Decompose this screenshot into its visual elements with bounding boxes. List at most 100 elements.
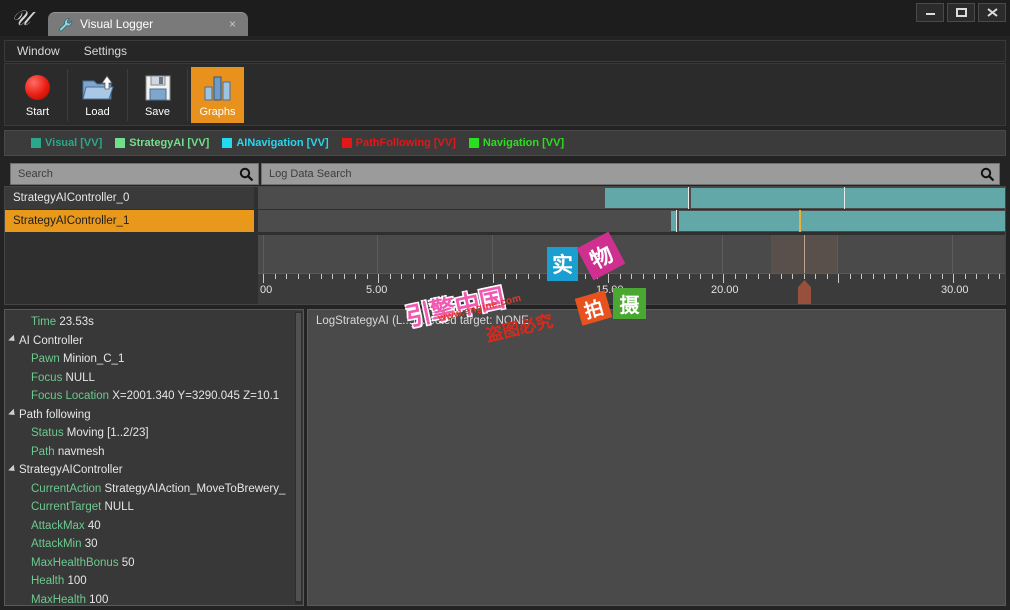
ruler-tick (286, 274, 287, 279)
ruler-tick (608, 274, 609, 283)
ruler-tick (551, 274, 552, 279)
ruler-tick (597, 274, 598, 279)
ruler-tick (930, 274, 931, 279)
filter-color-swatch[interactable] (31, 138, 41, 148)
ruler-tick (919, 274, 920, 279)
details-key: Time (31, 316, 57, 328)
details-value: X=2001.340 Y=3290.045 Z=10.1 (109, 390, 280, 402)
timeline-segment[interactable] (679, 211, 1005, 231)
ruler-time-label: 5.00 (366, 284, 388, 296)
filter-toggle-4[interactable]: Navigation [VV] (468, 137, 565, 149)
ruler-tick (539, 274, 540, 279)
visual-logger-window: 𝒰 Visual Logger × Window Settings Start … (0, 0, 1010, 610)
ruler-tick (620, 274, 621, 279)
search-row: Search Log Data Search (4, 163, 1006, 185)
log-body (308, 332, 1005, 605)
start-button[interactable]: Start (11, 67, 64, 123)
details-property-row: MaxHealthBonus 50 (9, 557, 299, 576)
details-value: 40 (84, 519, 101, 532)
timeline-track[interactable] (258, 210, 1005, 232)
ruler-tick (850, 274, 851, 279)
filter-label: AINavigation [VV] (236, 137, 329, 149)
timeline-track[interactable] (258, 187, 1005, 209)
details-tree: Time 23.53s AI Controller Pawn Minion_C_1 F… (8, 316, 299, 606)
graphs-button[interactable]: Graphs (191, 67, 244, 123)
details-panel[interactable]: Time 23.53s AI Controller Pawn Minion_C_1 F… (4, 309, 304, 606)
details-value: NULL (62, 371, 95, 384)
ruler-tick (459, 274, 460, 279)
ruler-tick (700, 274, 701, 279)
expander-arrow-icon[interactable] (8, 409, 18, 419)
details-group-row[interactable]: AI Controller (8, 335, 299, 354)
ruler-tick (516, 274, 517, 279)
search-input[interactable]: Search (10, 163, 259, 185)
details-property-row: Focus NULL (9, 372, 299, 391)
details-property-row: Status Moving [1..2/23] (9, 427, 299, 446)
ruler-tick (804, 274, 805, 279)
filter-color-swatch[interactable] (468, 138, 479, 148)
timeline-ruler-area[interactable]: 00 5.00 15.00 20.00 30.00 (258, 235, 1005, 304)
ruler-tick (309, 274, 310, 279)
details-key: MaxHealthBonus (31, 556, 119, 569)
ruler-tick (654, 274, 655, 279)
details-value: 100 (85, 593, 109, 606)
timeline-row[interactable]: StrategyAIController_0 (5, 187, 1005, 209)
filter-toggle-2[interactable]: AINavigation [VV] (222, 137, 329, 149)
filter-toggle-1[interactable]: StrategyAI [VV] (115, 137, 209, 149)
load-button-label: Load (85, 106, 110, 118)
close-icon[interactable]: × (229, 16, 236, 32)
details-property-row: CurrentAction StrategyAIAction_MoveToBre… (9, 483, 299, 502)
ruler-tick (447, 274, 448, 279)
timeline-row-label[interactable]: StrategyAIController_1 (5, 210, 254, 232)
log-data-search-input[interactable]: Log Data Search (261, 163, 1000, 185)
menu-item-window[interactable]: Window (5, 41, 72, 61)
filter-color-swatch[interactable] (115, 138, 126, 148)
filter-label: Visual [VV] (45, 137, 103, 149)
expander-arrow-icon[interactable] (8, 335, 18, 345)
search-icon[interactable] (239, 167, 254, 182)
timeline-row[interactable]: StrategyAIController_1 (5, 210, 1005, 232)
menu-item-settings[interactable]: Settings (72, 41, 139, 61)
ruler-tick (424, 274, 425, 279)
timeline-segment[interactable] (605, 188, 688, 208)
log-panel[interactable]: LogStrategyAI (L...) ...ected target: NO… (307, 309, 1006, 606)
unreal-engine-logo-icon: 𝒰 (11, 6, 31, 30)
filter-toggle-3[interactable]: PathFollowing [VV] (341, 137, 456, 149)
details-scrollbar[interactable] (295, 312, 302, 604)
filter-label: Navigation [VV] (482, 137, 565, 149)
details-value: 50 (118, 556, 135, 569)
timeline-ruler[interactable]: 00 5.00 15.00 20.00 30.00 (258, 273, 1005, 304)
timeline-segment[interactable] (691, 188, 1005, 208)
time-scrubber-handle[interactable] (798, 280, 811, 304)
search-icon[interactable] (980, 167, 995, 182)
ruler-tick (643, 274, 644, 279)
tab-visual-logger[interactable]: Visual Logger × (48, 12, 248, 36)
load-button[interactable]: Load (71, 67, 124, 123)
timeline-panel[interactable]: StrategyAIController_0 StrategyAIControll… (4, 186, 1006, 305)
tab-title: Visual Logger (80, 17, 154, 31)
ruler-tick (298, 274, 299, 279)
filter-toggle-0[interactable]: Visual [VV] (31, 137, 102, 149)
ruler-tick (942, 274, 943, 279)
details-property-row: AttackMin 30 (9, 538, 299, 557)
details-key: Status (31, 427, 64, 439)
ruler-tick (275, 274, 276, 279)
details-key: AttackMax (31, 519, 85, 532)
minimize-button[interactable] (916, 3, 944, 22)
details-key: AttackMin (31, 538, 82, 550)
close-button[interactable] (978, 3, 1006, 22)
maximize-button[interactable] (947, 3, 975, 22)
details-key: MaxHealth (31, 593, 86, 606)
save-button[interactable]: Save (131, 67, 184, 123)
details-group-label: Path following (19, 408, 91, 421)
timeline-row-label[interactable]: StrategyAIController_0 (5, 187, 254, 209)
filter-color-swatch[interactable] (341, 138, 352, 148)
ruler-tick (585, 274, 586, 279)
expander-arrow-icon[interactable] (8, 464, 18, 474)
menu-bar: Window Settings (4, 40, 1006, 62)
filter-label: PathFollowing [VV] (355, 137, 456, 149)
floppy-disk-icon (140, 71, 176, 105)
filter-color-swatch[interactable] (222, 138, 233, 148)
details-group-row[interactable]: StrategyAIController (8, 464, 299, 483)
details-group-row[interactable]: Path following (8, 408, 299, 428)
